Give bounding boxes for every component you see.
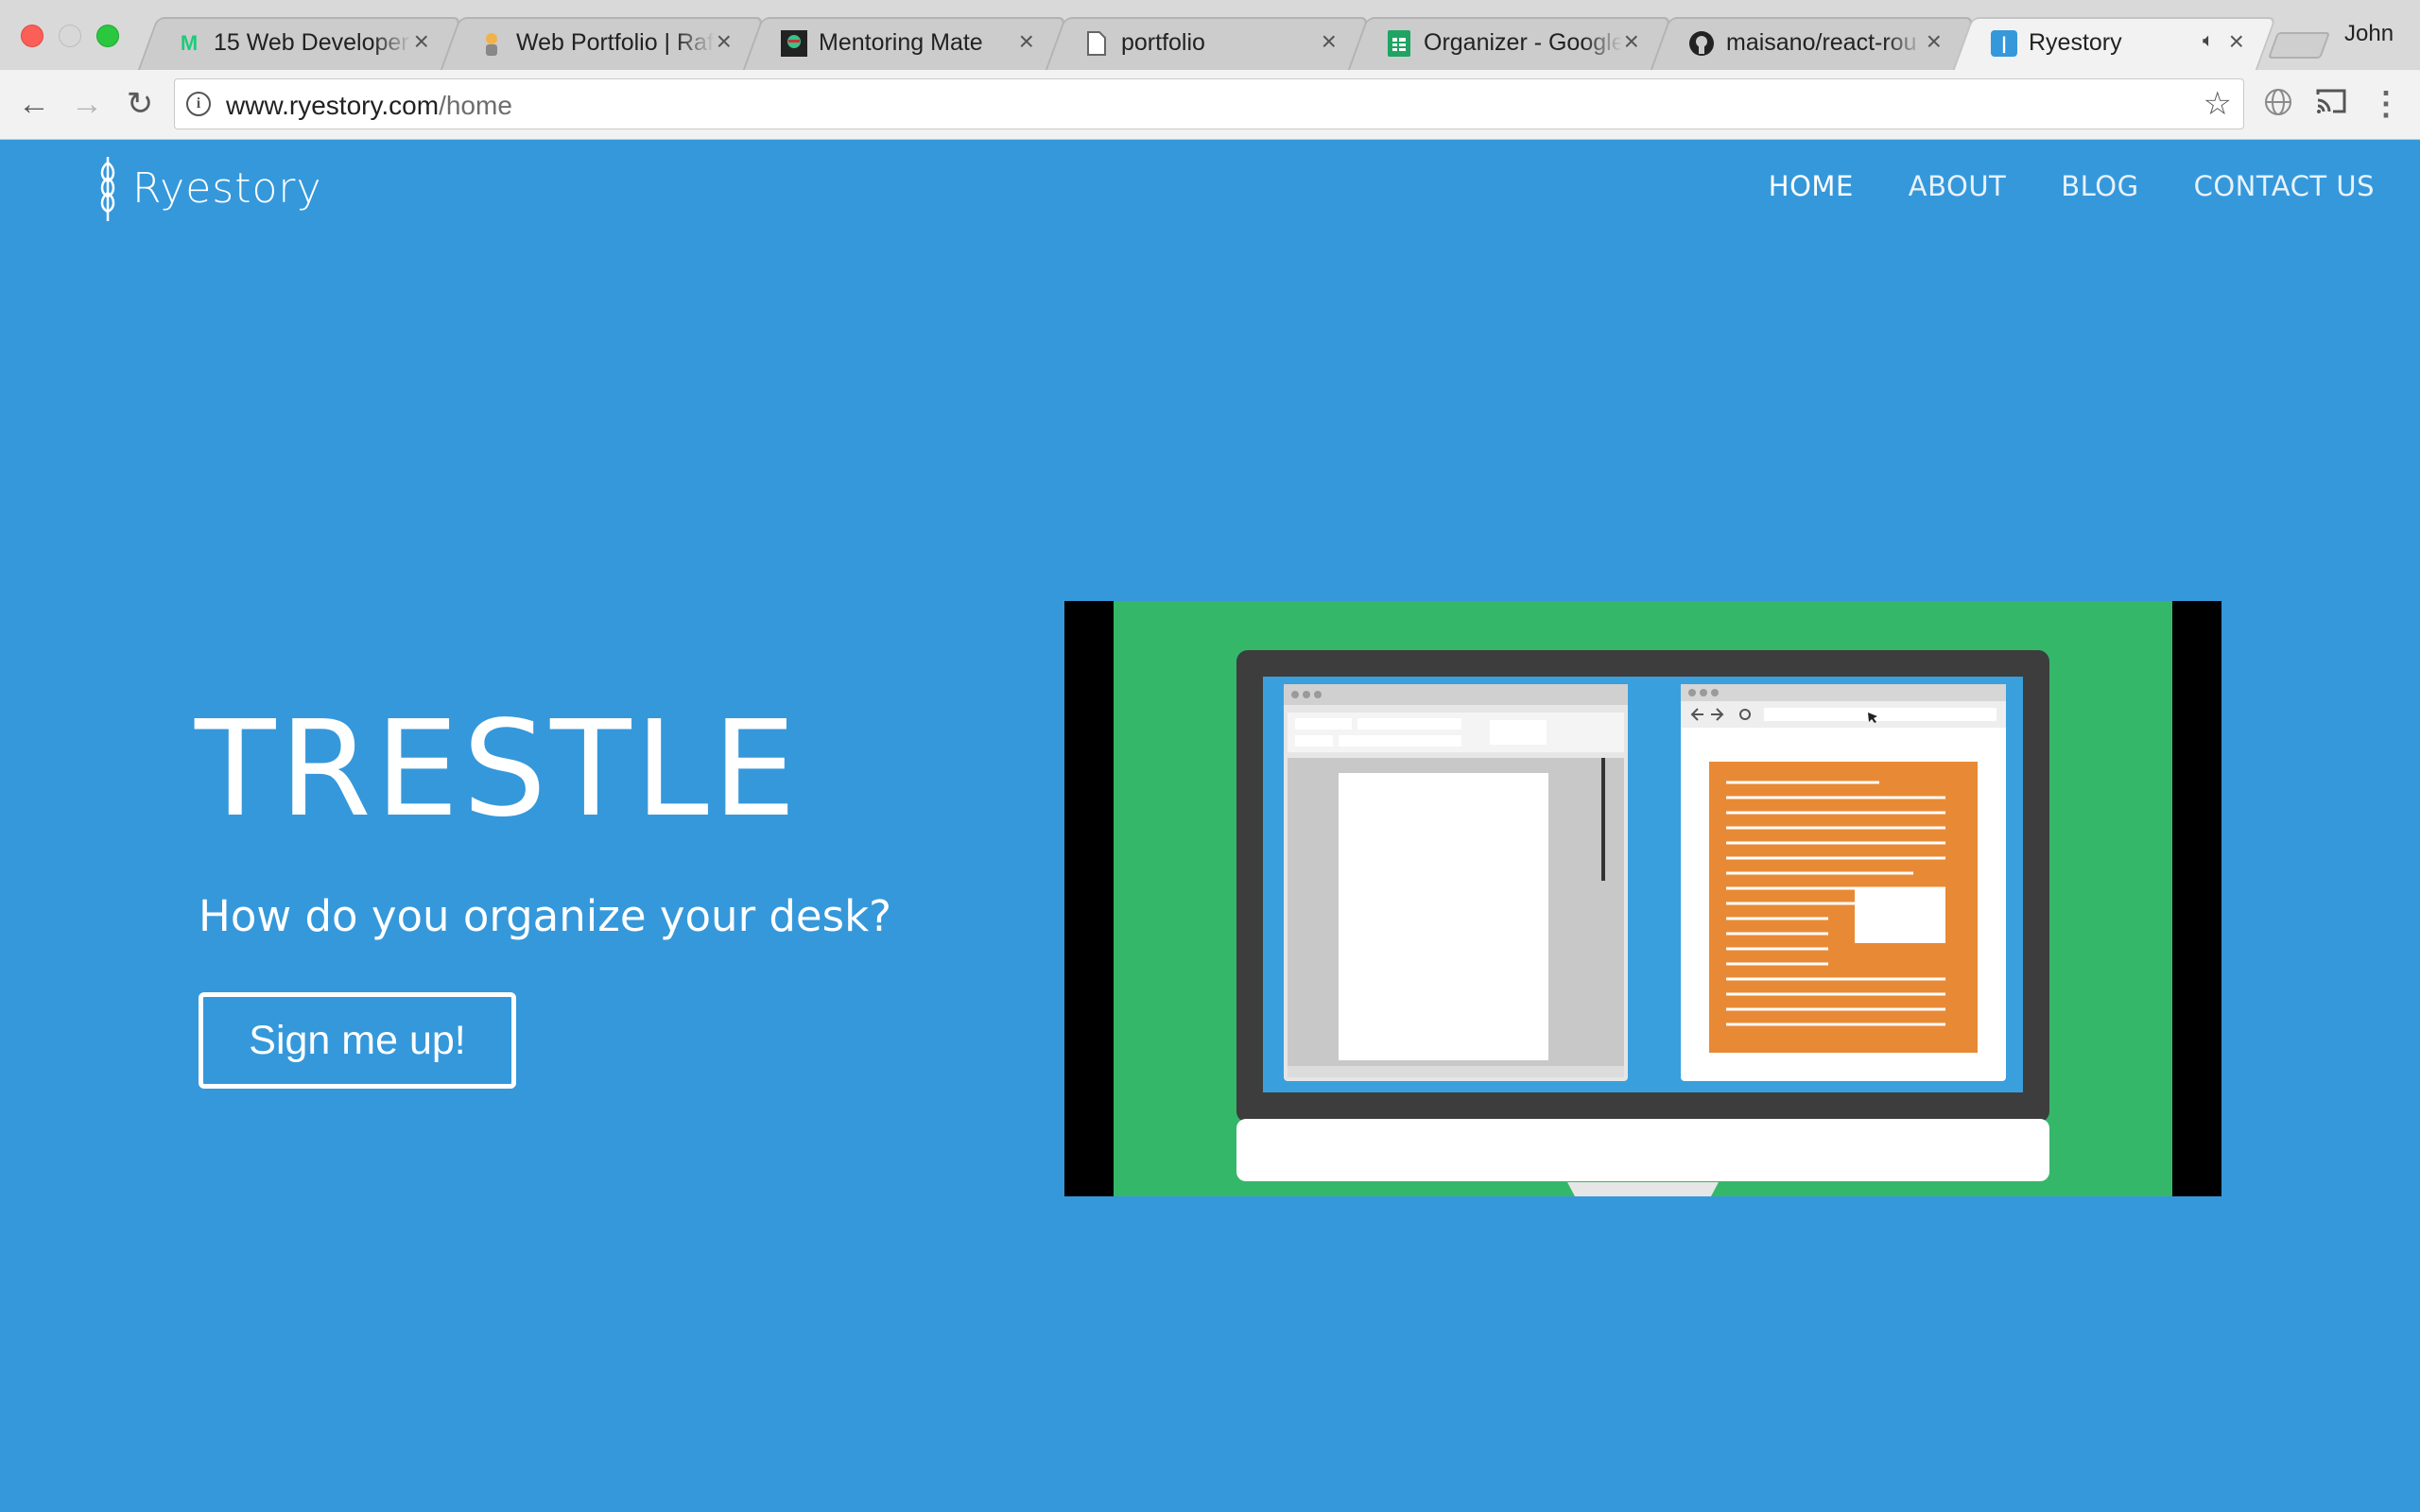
tab-close-icon[interactable]: ×	[1624, 26, 1639, 57]
hero-subtitle: How do you organize your desk?	[199, 891, 892, 941]
tab-close-icon[interactable]: ×	[414, 26, 429, 57]
main-nav: HOME ABOUT BLOG CONTACT US	[1769, 170, 2375, 202]
tab-close-icon[interactable]: ×	[1322, 26, 1337, 57]
reload-icon[interactable]: ↻	[119, 83, 161, 125]
tab-close-icon[interactable]: ×	[717, 26, 732, 57]
medium-icon: M	[180, 31, 199, 55]
site-logo[interactable]: Ryestory	[95, 153, 322, 223]
profile-name[interactable]: John	[2344, 21, 2394, 47]
browser-tab[interactable]: Organizer - Google ×	[1347, 17, 1672, 70]
tab-title: maisano/react-rou	[1726, 29, 1917, 56]
address-bar[interactable]: i www.ryestory.com/home ☆	[174, 78, 2244, 129]
bookmark-star-icon[interactable]: ☆	[2204, 85, 2232, 123]
browser-tab[interactable]: maisano/react-rou ×	[1650, 17, 1975, 70]
hero-video[interactable]	[1064, 601, 2221, 1196]
tab-title: Mentoring Mate	[819, 29, 983, 56]
tab-title: Ryestory	[2029, 29, 2122, 56]
new-tab-button[interactable]	[2267, 32, 2331, 59]
wheat-logo-icon	[100, 157, 115, 221]
tab-title: Organizer - Google	[1424, 29, 1622, 56]
brand-name: Ryestory	[132, 163, 322, 213]
browser-tab[interactable]: portfolio ×	[1045, 17, 1370, 70]
tab-close-icon[interactable]: ×	[1019, 26, 1034, 57]
tab-title: portfolio	[1121, 29, 1205, 56]
github-icon	[1688, 30, 1715, 57]
browser-tab[interactable]: Mentoring Mate ×	[742, 17, 1067, 70]
url-text[interactable]: www.ryestory.com/home	[226, 91, 512, 121]
nav-about[interactable]: ABOUT	[1909, 170, 2007, 202]
ryestory-icon: |	[1991, 30, 2017, 57]
back-arrow-icon[interactable]: ←	[13, 83, 55, 125]
browser-tab-strip: M 15 Web Developer × Web Portfolio | Raf…	[0, 0, 2420, 70]
document-icon	[1083, 30, 1110, 57]
desk-illustration	[1114, 601, 2172, 1196]
speaker-icon[interactable]: 🔈︎	[2203, 30, 2214, 52]
sheets-icon	[1386, 30, 1412, 57]
maximize-window-button[interactable]	[96, 25, 119, 47]
minimize-window-button[interactable]	[59, 25, 81, 47]
forward-arrow-icon[interactable]: →	[66, 83, 108, 125]
browser-tab[interactable]: M 15 Web Developer ×	[137, 17, 462, 70]
avatar-icon	[478, 30, 505, 57]
sign-up-button[interactable]: Sign me up!	[199, 992, 516, 1089]
nav-blog[interactable]: BLOG	[2061, 170, 2138, 202]
mentoring-icon	[781, 30, 807, 57]
tab-close-icon[interactable]: ×	[2229, 26, 2244, 57]
info-icon[interactable]: i	[186, 92, 211, 116]
nav-home[interactable]: HOME	[1769, 170, 1854, 202]
tab-close-icon[interactable]: ×	[1927, 26, 1942, 57]
close-window-button[interactable]	[21, 25, 43, 47]
browser-tab[interactable]: Web Portfolio | Raf ×	[440, 17, 765, 70]
browser-tab-active[interactable]: | Ryestory 🔈︎ ×	[1952, 17, 2277, 70]
nav-contact-us[interactable]: CONTACT US	[2194, 170, 2375, 202]
site-header: Ryestory HOME ABOUT BLOG CONTACT US	[0, 140, 2420, 244]
hero-title: TRESTLE	[195, 693, 801, 847]
tab-title: 15 Web Developer	[214, 29, 409, 56]
menu-dots-icon[interactable]: ⋮	[2369, 87, 2403, 121]
globe-icon[interactable]	[2261, 87, 2295, 121]
cast-icon[interactable]	[2314, 87, 2348, 121]
browser-toolbar: ← → ↻ i www.ryestory.com/home ☆ ⋮	[0, 70, 2420, 140]
tab-title: Web Portfolio | Raf	[516, 29, 714, 56]
